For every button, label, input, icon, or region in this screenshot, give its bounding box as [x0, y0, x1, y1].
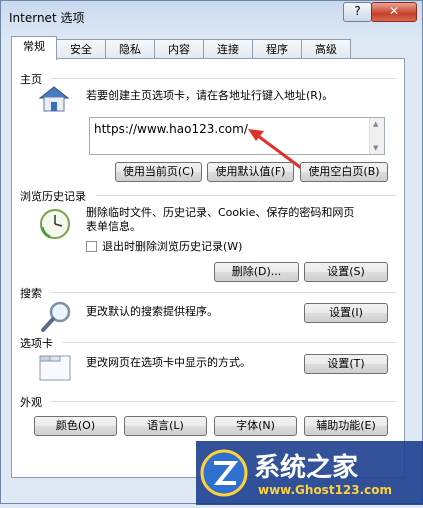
fonts-button[interactable]: 字体(N) — [214, 416, 297, 436]
tabs-window-icon — [38, 352, 72, 382]
watermark-site: www.Ghost123.com — [258, 483, 393, 497]
url-scrollbar[interactable]: ▲ ▼ — [369, 118, 384, 154]
home-url-input[interactable]: https://www.hao123.com/ ▲ ▼ — [89, 117, 385, 155]
delete-on-exit-checkbox[interactable] — [86, 241, 97, 252]
general-panel: 主页 若要创建主页选项卡，请在各地址行键入地址(R)。 https://www.… — [11, 58, 405, 478]
internet-options-window: Internet 选项 ? ✕ 常规 安全 隐私 内容 连接 程序 高级 主页 … — [0, 0, 423, 505]
tabs-section-label: 选项卡 — [20, 337, 53, 350]
history-description-line1: 删除临时文件、历史记录、Cookie、保存的密码和网页 — [86, 206, 355, 219]
tab-connections[interactable]: 连接 — [203, 39, 253, 59]
tabs-description: 更改网页在选项卡中显示的方式。 — [86, 356, 251, 369]
tabs-settings-button[interactable]: 设置(T) — [304, 354, 388, 374]
use-blank-button[interactable]: 使用空白页(B) — [300, 162, 388, 182]
search-description: 更改默认的搜索提供程序。 — [86, 305, 218, 318]
languages-button[interactable]: 语言(L) — [124, 416, 207, 436]
home-icon — [36, 84, 72, 114]
history-settings-button[interactable]: 设置(S) — [304, 262, 388, 282]
tab-general[interactable]: 常规 — [11, 36, 57, 60]
help-button[interactable]: ? — [343, 2, 372, 22]
search-section-label: 搜索 — [20, 287, 42, 300]
tab-privacy[interactable]: 隐私 — [105, 39, 155, 59]
accessibility-button[interactable]: 辅助功能(E) — [304, 416, 388, 436]
history-description-line2: 表单信息。 — [86, 220, 141, 233]
watermark-brand: 系统之家 — [254, 453, 359, 483]
divider — [50, 78, 396, 79]
divider — [96, 195, 396, 196]
divider — [50, 292, 396, 293]
tab-content[interactable]: 内容 — [154, 39, 204, 59]
use-current-button[interactable]: 使用当前页(C) — [115, 162, 202, 182]
use-default-button[interactable]: 使用默认值(F) — [207, 162, 294, 182]
search-settings-button[interactable]: 设置(I) — [304, 303, 388, 323]
home-url-value: https://www.hao123.com/ — [94, 122, 248, 136]
title-bar: Internet 选项 ? ✕ — [1, 1, 422, 31]
home-description: 若要创建主页选项卡，请在各地址行键入地址(R)。 — [86, 89, 334, 102]
history-delete-button[interactable]: 删除(D)... — [214, 262, 299, 282]
colors-button[interactable]: 颜色(O) — [34, 416, 117, 436]
tab-advanced[interactable]: 高级 — [301, 39, 351, 59]
tab-security[interactable]: 安全 — [56, 39, 106, 59]
delete-on-exit-label: 退出时删除浏览历史记录(W) — [102, 240, 243, 253]
window-title: Internet 选项 — [9, 11, 85, 25]
divider — [50, 401, 396, 402]
tab-programs[interactable]: 程序 — [252, 39, 302, 59]
close-button[interactable]: ✕ — [371, 2, 417, 22]
divider — [62, 342, 396, 343]
history-clock-icon — [38, 207, 72, 241]
watermark: 系统之家 www.Ghost123.com — [196, 441, 423, 505]
search-magnifier-icon — [40, 299, 74, 333]
history-section-label: 浏览历史记录 — [20, 190, 86, 203]
appearance-section-label: 外观 — [20, 396, 42, 409]
